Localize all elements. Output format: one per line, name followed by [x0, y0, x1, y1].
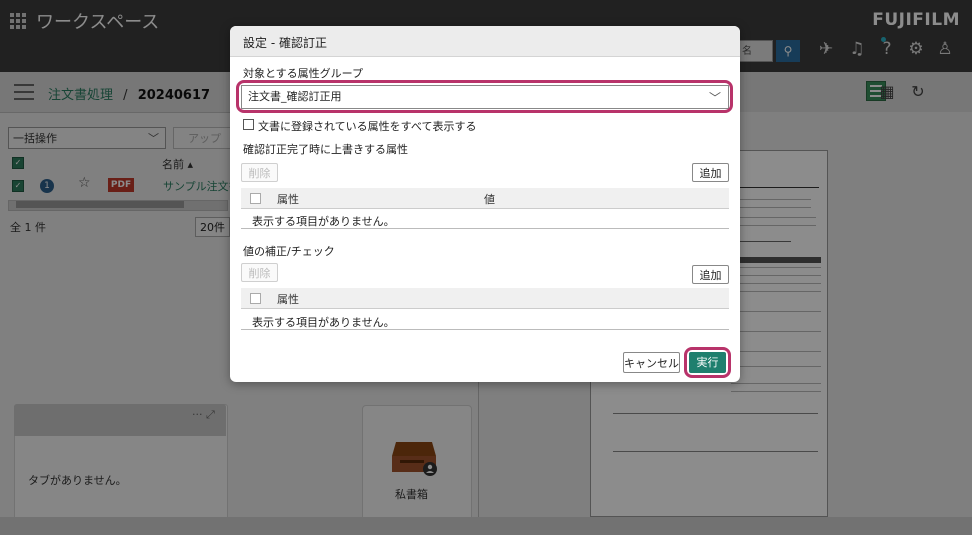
attribute-group-label: 対象とする属性グループ [243, 67, 364, 80]
cancel-button[interactable]: キャンセル [623, 352, 680, 373]
correction-add-button[interactable]: 追加 [692, 265, 729, 284]
overwrite-select-all-checkbox[interactable] [250, 193, 261, 204]
overwrite-column-value[interactable]: 値 [484, 191, 495, 207]
show-all-attributes-checkbox[interactable] [243, 119, 254, 130]
overwrite-empty-message: 表示する項目がありません。 [252, 215, 395, 228]
overwrite-column-attribute[interactable]: 属性 [277, 191, 299, 207]
dialog-title: 設定 - 確認訂正 [243, 36, 327, 50]
correction-delete-button[interactable]: 削除 [241, 263, 278, 282]
show-all-attributes-label[interactable]: 文書に登録されている属性をすべて表示する [258, 118, 476, 134]
value-correction-label: 値の補正/チェック [243, 245, 335, 258]
overwrite-delete-button[interactable]: 削除 [241, 163, 278, 182]
correction-select-all-checkbox[interactable] [250, 293, 261, 304]
overwrite-add-button[interactable]: 追加 [692, 163, 729, 182]
correction-empty-message: 表示する項目がありません。 [252, 316, 395, 329]
overwrite-attributes-label: 確認訂正完了時に上書きする属性 [243, 143, 408, 156]
divider [241, 329, 729, 330]
correction-column-attribute[interactable]: 属性 [277, 291, 299, 307]
divider [241, 228, 729, 229]
select-highlight-frame [236, 80, 733, 113]
correction-table-header [241, 288, 729, 309]
run-highlight-frame [684, 347, 731, 378]
